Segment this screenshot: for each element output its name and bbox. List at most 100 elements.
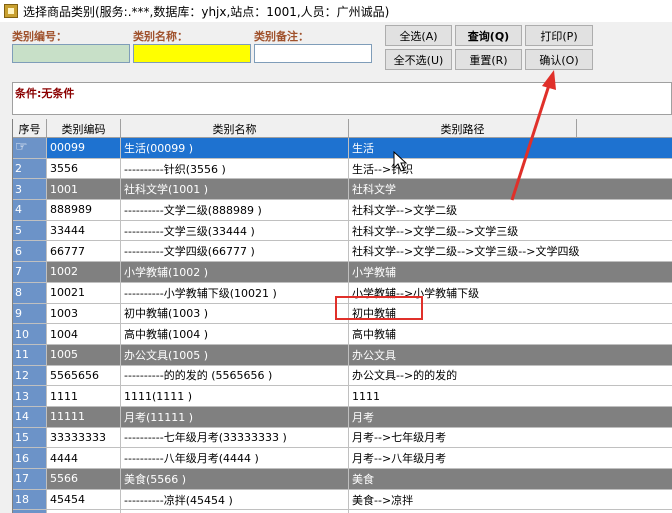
row-seq: 18 [13,489,47,511]
row-seq [13,138,47,159]
note-field[interactable] [254,44,372,63]
row-seq: 12 [13,365,47,387]
table-row[interactable]: 00099生活(00099 )生活 [13,138,672,159]
header-code[interactable]: 类别编码 [47,119,121,138]
row-code: 1003 [47,303,121,325]
table-row[interactable]: 11 1005 办公文具(1005 ) 办公文具 [13,344,672,366]
table-row[interactable]: 6 66777 ----------文学四级(66777 ) 社科文学-->文学二级-… [13,241,672,263]
row-name: ----------文学三级(33444 ) [121,220,349,242]
table-row[interactable]: 5 33444 ----------文学三级(33444 ) 社科文学-->文学二级-… [13,220,672,242]
table-row[interactable]: 14 11111 月考(11111 ) 月考 [13,406,672,428]
row-code: 33444 [47,220,121,242]
row-name: ----------凉拌(45454 ) [121,489,349,511]
row-name: 1111(1111 ) [121,386,349,407]
row-name: ----------针织(3556 ) [121,158,349,180]
row-seq: 10 [13,324,47,345]
row-path: 小学教辅 [349,262,672,283]
row-path: 月考-->七年级月考 [349,427,672,449]
row-seq: 11 [13,344,47,366]
row-code: 4444 [47,448,121,469]
row-name: 办公文具(1005 ) [121,344,349,366]
row-path: 社科文学-->文学二级-->文学三级-->文学四级 [349,241,672,263]
row-code: 00099 [47,138,121,159]
table-row[interactable]: 18 45454 ----------凉拌(45454 ) 美食-->凉拌 [13,489,672,511]
table-row[interactable]: 17 5566 美食(5566 ) 美食 [13,469,672,490]
row-path: 月考-->八年级月考 [349,448,672,469]
row-path: 社科文学-->文学二级-->文学三级 [349,220,672,242]
confirm-button[interactable]: 确认(O) [525,49,593,70]
header-name[interactable]: 类别名称 [121,119,349,138]
table-row[interactable]: 13 1111 1111(1111 ) 1111 [13,386,672,407]
name-label: 类别名称： [133,30,188,43]
row-name: ----------小学教辅下级(10021 ) [121,282,349,304]
row-code: 10021 [47,282,121,304]
row-path: 社科文学-->文学二级 [349,200,672,221]
row-path: 美食-->凉拌 [349,489,672,511]
row-seq: 8 [13,282,47,304]
note-label: 类别备注： [254,30,309,43]
row-code: 5565656 [47,365,121,387]
row-code: 45454 [47,489,121,511]
row-pointer-icon [15,139,33,155]
row-seq: 14 [13,406,47,428]
row-name: 社科文学(1001 ) [121,179,349,201]
row-path: 社科文学 [349,179,672,201]
title-bar: 选择商品类别(服务:.***,数据库：yhjx,站点：1001,人员：广州诚品) [0,0,672,22]
table-row[interactable]: 4 888989 ----------文学二级(888989 ) 社科文学-->文学二… [13,200,672,221]
table-row[interactable]: 16 4444 ----------八年级月考(4444 ) 月考-->八年级月考 [13,448,672,469]
table-row[interactable]: 3 1001 社科文学(1001 ) 社科文学 [13,179,672,201]
row-seq: 9 [13,303,47,325]
table-row[interactable]: 12 5565656 ----------的的发的 (5565656 ) 办公文具--… [13,365,672,387]
row-code: 1111 [47,386,121,407]
table-row[interactable]: 7 1002 小学教辅(1002 ) 小学教辅 [13,262,672,283]
row-name: ----------七年级月考(33333333 ) [121,427,349,449]
row-path: 办公文具 [349,344,672,366]
header-seq[interactable]: 序号 [13,119,47,138]
row-code: 5566 [47,469,121,490]
select-all-button[interactable]: 全选(A) [385,25,452,46]
row-path: 高中教辅 [349,324,672,345]
table-row[interactable]: 2 3556 ----------针织(3556 ) 生活-->针织 [13,158,672,180]
row-code: 1001 [47,179,121,201]
reset-button[interactable]: 重置(R) [455,49,522,70]
filter-panel: 类别编号： 类别名称： 类别备注： 全选(A) 查询(Q) 打印(P) 全不选(… [0,22,672,117]
row-seq: 15 [13,427,47,449]
row-seq: 13 [13,386,47,407]
condition-text: 条件:无条件 [15,87,75,100]
row-name: ----------的的发的 (5565656 ) [121,365,349,387]
row-seq: 6 [13,241,47,263]
window-title: 选择商品类别(服务:.***,数据库：yhjx,站点：1001,人员：广州诚品) [23,4,390,19]
name-field[interactable] [133,44,251,63]
row-path: 办公文具-->的的发的 [349,365,672,387]
row-name: 小学教辅(1002 ) [121,262,349,283]
row-code: 1002 [47,262,121,283]
header-path[interactable]: 类别路径 [349,119,577,138]
table-row[interactable]: 15 33333333 ----------七年级月考(33333333 ) 月考--… [13,427,672,449]
row-code: 3556 [47,158,121,180]
grid-header: 序号 类别编码 类别名称 类别路径 [13,119,672,138]
row-name: 高中教辅(1004 ) [121,324,349,345]
row-name: 月考(11111 ) [121,406,349,428]
row-seq: 3 [13,179,47,201]
table-row[interactable]: 10 1004 高中教辅(1004 ) 高中教辅 [13,324,672,345]
row-code: 1004 [47,324,121,345]
app-icon [4,4,18,18]
row-path: 美食 [349,469,672,490]
row-path: 生活-->针织 [349,158,672,180]
row-name: ----------八年级月考(4444 ) [121,448,349,469]
row-name: ----------文学四级(66777 ) [121,241,349,263]
print-button[interactable]: 打印(P) [525,25,593,46]
row-code: 1005 [47,344,121,366]
select-none-button[interactable]: 全不选(U) [385,49,452,70]
row-seq: 5 [13,220,47,242]
row-seq: 4 [13,200,47,221]
row-seq: 16 [13,448,47,469]
code-label: 类别编号： [12,30,67,43]
code-field[interactable] [12,44,130,63]
row-path: 1111 [349,386,672,407]
row-code: 888989 [47,200,121,221]
grid-rows: 00099生活(00099 )生活23556----------针织(3556 … [13,138,672,513]
query-button[interactable]: 查询(Q) [455,25,522,46]
row-name: 美食(5566 ) [121,469,349,490]
row-code: 66777 [47,241,121,263]
